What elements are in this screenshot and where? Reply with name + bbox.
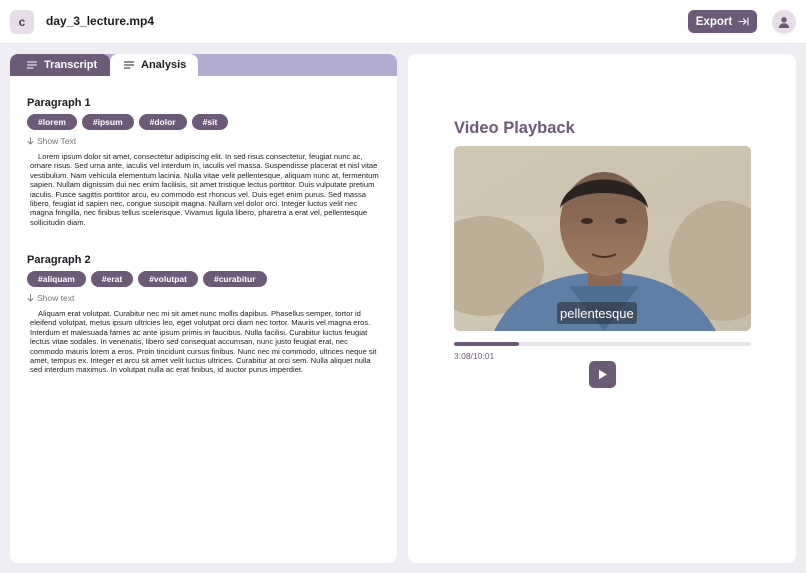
paragraph-section: Paragraph 1 #lorem #ipsum #dolor #sit Sh… bbox=[27, 97, 379, 227]
lines-icon bbox=[27, 61, 37, 69]
tab-bar: Transcript Analysis bbox=[10, 54, 397, 76]
show-text-toggle[interactable]: Show Text bbox=[27, 136, 76, 146]
show-text-toggle[interactable]: Show text bbox=[27, 293, 74, 303]
tag-chip[interactable]: #aliquam bbox=[27, 271, 86, 287]
lines-icon bbox=[124, 61, 134, 69]
tab-analysis[interactable]: Analysis bbox=[110, 54, 198, 76]
tab-transcript-label: Transcript bbox=[44, 59, 98, 71]
app-header: c day_3_lecture.mp4 Export bbox=[0, 0, 806, 44]
paragraph-title: Paragraph 2 bbox=[27, 254, 91, 266]
arrow-down-icon bbox=[27, 137, 34, 145]
show-text-label: Show Text bbox=[37, 136, 77, 146]
user-avatar[interactable] bbox=[772, 10, 796, 34]
tag-chip[interactable]: #erat bbox=[90, 271, 134, 287]
tag-list: #aliquam #erat #volutpat #curabitur bbox=[27, 271, 379, 287]
tag-chip[interactable]: #dolor bbox=[138, 114, 187, 130]
video-player[interactable]: pellentesque bbox=[454, 146, 751, 331]
user-icon bbox=[778, 17, 790, 28]
paragraph-text: Lorem ipsum dolor sit amet, consectetur … bbox=[30, 152, 379, 227]
tab-transcript[interactable]: Transcript bbox=[10, 54, 110, 76]
export-button-label: Export bbox=[695, 15, 733, 28]
tag-chip[interactable]: #lorem bbox=[27, 114, 77, 130]
video-panel: Video Playback pellentesque 3:08/10:01 bbox=[408, 54, 796, 563]
show-text-label: Show text bbox=[37, 293, 75, 303]
tag-chip[interactable]: #ipsum bbox=[81, 114, 134, 130]
app-logo[interactable]: c bbox=[10, 10, 34, 34]
tag-chip[interactable]: #sit bbox=[191, 114, 229, 130]
export-button[interactable]: Export bbox=[688, 10, 757, 33]
tag-list: #lorem #ipsum #dolor #sit bbox=[27, 114, 379, 130]
video-caption: pellentesque bbox=[557, 302, 637, 324]
transcript-panel: Transcript Analysis Paragraph 1 #lorem #… bbox=[10, 54, 397, 563]
paragraph-title: Paragraph 1 bbox=[27, 97, 91, 109]
tag-chip[interactable]: #volutpat bbox=[138, 271, 198, 287]
play-icon bbox=[598, 369, 607, 380]
video-time: 3:08/10:01 bbox=[454, 351, 495, 361]
export-arrow-icon bbox=[738, 17, 749, 26]
video-title: Video Playback bbox=[454, 119, 575, 137]
video-progress-bar[interactable] bbox=[454, 342, 751, 346]
play-button[interactable] bbox=[589, 361, 616, 388]
file-name: day_3_lecture.mp4 bbox=[46, 14, 155, 28]
paragraph-text: Aliquam erat volutpat. Curabitur nec mi … bbox=[30, 309, 377, 375]
paragraph-section: Paragraph 2 #aliquam #erat #volutpat #cu… bbox=[27, 254, 379, 375]
video-progress-fill bbox=[454, 342, 520, 346]
arrow-down-icon bbox=[27, 294, 34, 302]
tab-analysis-label: Analysis bbox=[141, 59, 187, 71]
tag-chip[interactable]: #curabitur bbox=[202, 271, 267, 287]
